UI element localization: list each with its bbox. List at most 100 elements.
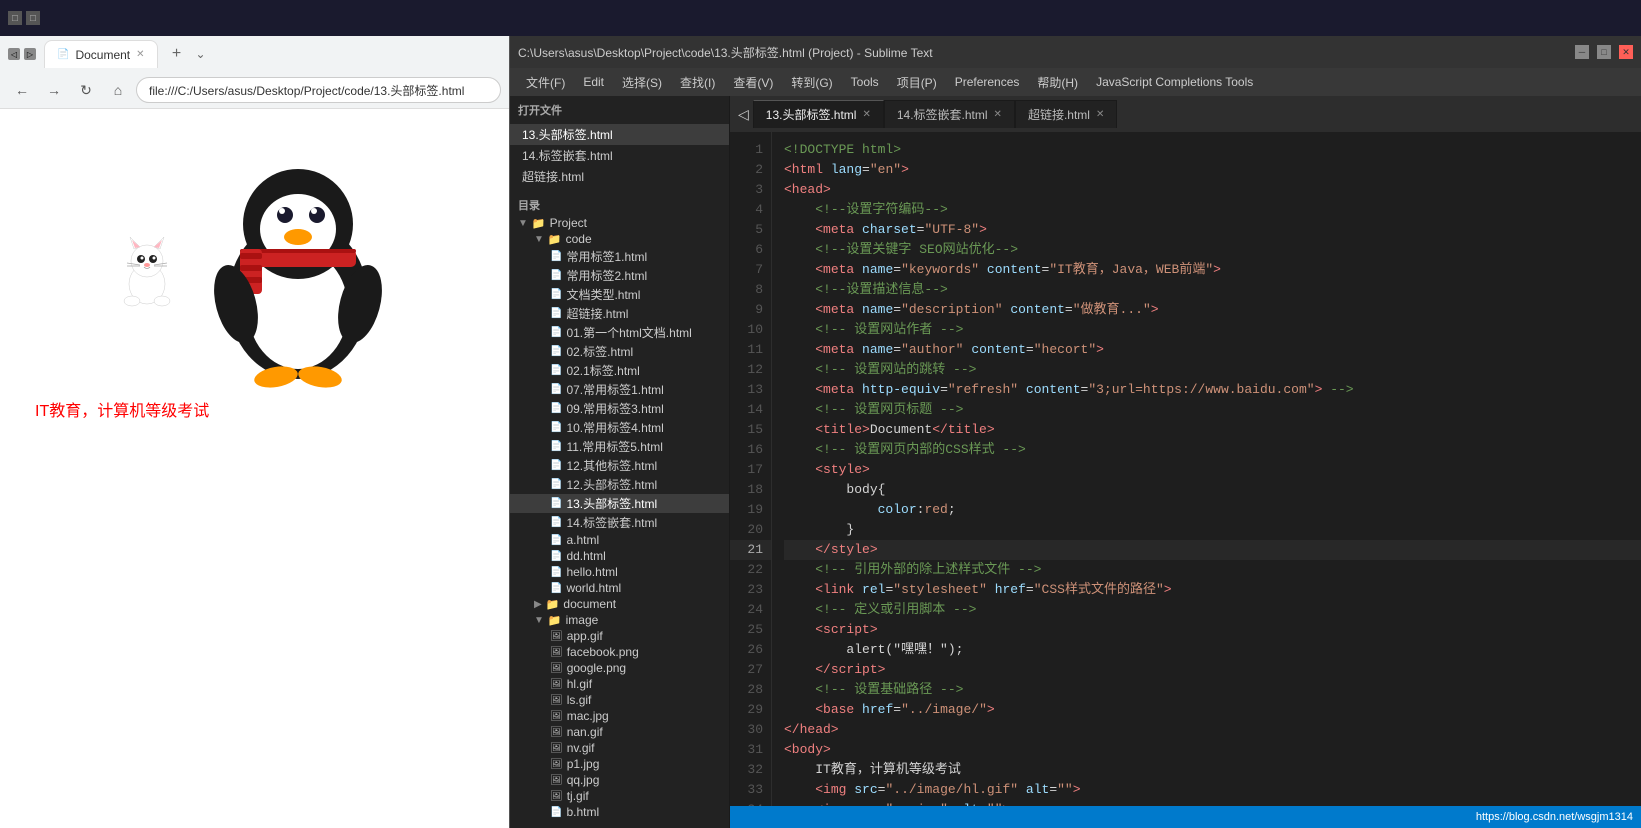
tree-item-13[interactable]: 📄12.其他标签.html [510,456,729,475]
editor-tab-2[interactable]: 超链接.html ✕ [1015,100,1117,128]
line-number-20: 20 [730,520,771,540]
tree-item-label-20: world.html [566,581,621,595]
editor-tab-label-1: 14.标签嵌套.html [897,106,988,123]
tree-item-17[interactable]: 📄a.html [510,532,729,548]
tree-item-4[interactable]: 📄文档类型.html [510,285,729,304]
browser-tab-document[interactable]: 📄 Document ✕ [44,40,158,68]
tree-item-label-28: mac.jpg [567,709,609,723]
tree-item-5[interactable]: 📄超链接.html [510,304,729,323]
code-line-8: <!--设置描述信息--> [784,280,1641,300]
tree-item-label-26: hl.gif [567,677,592,691]
editor-tab-close-1[interactable]: ✕ [994,109,1002,120]
address-bar[interactable] [136,77,501,103]
tree-item-0[interactable]: ▼📁Project [510,215,729,231]
tree-item-3[interactable]: 📄常用标签2.html [510,266,729,285]
browser-refresh-button[interactable]: ↻ [72,76,100,104]
close-button[interactable]: ✕ [1619,45,1633,59]
tree-item-25[interactable]: 🖼google.png [510,660,729,676]
tree-item-label-9: 07.常用标签1.html [566,381,663,398]
tab-list-button[interactable]: ⌄ [190,43,212,65]
file-tree: ▼📁Project▼📁code📄常用标签1.html📄常用标签2.html📄文档… [510,215,729,820]
sidebar-open-file-0[interactable]: 13.头部标签.html [510,124,729,145]
code-line-21: </style> [784,540,1641,560]
browser-forward-button[interactable]: → [40,76,68,104]
code-editor[interactable]: 1234567891011121314151617181920212223242… [730,132,1641,806]
editor-tab-close-0[interactable]: ✕ [862,109,870,120]
tree-item-11[interactable]: 📄10.常用标签4.html [510,418,729,437]
menu-view[interactable]: 查看(V) [725,71,781,94]
code-line-6: <!--设置关键字 SEO网站优化--> [784,240,1641,260]
code-line-12: <!-- 设置网站的跳转 --> [784,360,1641,380]
tree-item-29[interactable]: 🖼nan.gif [510,724,729,740]
code-line-3: <head> [784,180,1641,200]
tree-item-9[interactable]: 📄07.常用标签1.html [510,380,729,399]
taskbar-icon-sublime[interactable]: ☐ [26,11,40,25]
line-number-3: 3 [730,180,771,200]
tree-item-22[interactable]: ▼📁image [510,612,729,628]
menu-goto[interactable]: 转到(G) [783,71,840,94]
tree-item-2[interactable]: 📄常用标签1.html [510,247,729,266]
editor-tab-close-2[interactable]: ✕ [1096,109,1104,120]
menu-file[interactable]: 文件(F) [518,71,573,94]
browser-forward-icon[interactable]: ▷ [24,48,36,60]
tree-item-12[interactable]: 📄11.常用标签5.html [510,437,729,456]
tree-item-label-2: 常用标签1.html [566,248,647,265]
menu-edit[interactable]: Edit [575,72,612,92]
line-number-2: 2 [730,160,771,180]
menu-help[interactable]: 帮助(H) [1029,71,1086,94]
tree-item-28[interactable]: 🖼mac.jpg [510,708,729,724]
editor-tab-1[interactable]: 14.标签嵌套.html ✕ [884,100,1015,128]
line-number-16: 16 [730,440,771,460]
code-line-17: <style> [784,460,1641,480]
tree-item-33[interactable]: 🖼tj.gif [510,788,729,804]
tree-item-19[interactable]: 📄hello.html [510,564,729,580]
tree-item-8[interactable]: 📄02.1标签.html [510,361,729,380]
taskbar-icon-browser[interactable]: ☐ [8,11,22,25]
menu-find[interactable]: 查找(I) [672,71,723,94]
tree-item-27[interactable]: 🖼ls.gif [510,692,729,708]
line-number-26: 26 [730,640,771,660]
menu-preferences[interactable]: Preferences [947,72,1028,92]
tree-item-20[interactable]: 📄world.html [510,580,729,596]
code-line-28: <!-- 设置基础路径 --> [784,680,1641,700]
browser-back-button[interactable]: ← [8,76,36,104]
menu-select[interactable]: 选择(S) [614,71,670,94]
tree-item-23[interactable]: 🖼app.gif [510,628,729,644]
tree-item-34[interactable]: 📄b.html [510,804,729,820]
sidebar-open-file-2[interactable]: 超链接.html [510,166,729,187]
tree-item-label-29: nan.gif [567,725,603,739]
line-number-4: 4 [730,200,771,220]
maximize-button[interactable]: □ [1597,45,1611,59]
tree-item-15[interactable]: 📄13.头部标签.html [510,494,729,513]
tree-item-31[interactable]: 🖼p1.jpg [510,756,729,772]
tree-item-18[interactable]: 📄dd.html [510,548,729,564]
tree-item-16[interactable]: 📄14.标签嵌套.html [510,513,729,532]
tree-item-14[interactable]: 📄12.头部标签.html [510,475,729,494]
browser-back-icon[interactable]: ◁ [8,48,20,60]
line-number-14: 14 [730,400,771,420]
tree-item-label-1: code [566,232,592,246]
tree-item-1[interactable]: ▼📁code [510,231,729,247]
editor-tab-0[interactable]: 13.头部标签.html ✕ [753,100,884,128]
tree-item-26[interactable]: 🖼hl.gif [510,676,729,692]
tab-left-nav[interactable]: ◁ [734,106,753,123]
menu-tools[interactable]: Tools [843,72,887,92]
code-content[interactable]: <!DOCTYPE html><html lang="en"><head> <!… [772,132,1641,806]
tree-item-label-30: nv.gif [567,741,595,755]
tree-item-10[interactable]: 📄09.常用标签3.html [510,399,729,418]
browser-tab-close[interactable]: ✕ [136,49,144,60]
menu-js-completions[interactable]: JavaScript Completions Tools [1088,72,1261,92]
tree-item-6[interactable]: 📄01.第一个html文档.html [510,323,729,342]
status-bar: https://blog.csdn.net/wsgjm1314 [730,806,1641,828]
minimize-button[interactable]: ─ [1575,45,1589,59]
new-tab-button[interactable]: + [166,43,188,65]
tree-item-30[interactable]: 🖼nv.gif [510,740,729,756]
tree-item-32[interactable]: 🖼qq.jpg [510,772,729,788]
sidebar-open-file-1[interactable]: 14.标签嵌套.html [510,145,729,166]
browser-home-button[interactable]: ⌂ [104,76,132,104]
menu-project[interactable]: 项目(P) [889,71,945,94]
tree-item-7[interactable]: 📄02.标签.html [510,342,729,361]
tree-item-24[interactable]: 🖼facebook.png [510,644,729,660]
line-number-28: 28 [730,680,771,700]
tree-item-21[interactable]: ▶📁document [510,596,729,612]
